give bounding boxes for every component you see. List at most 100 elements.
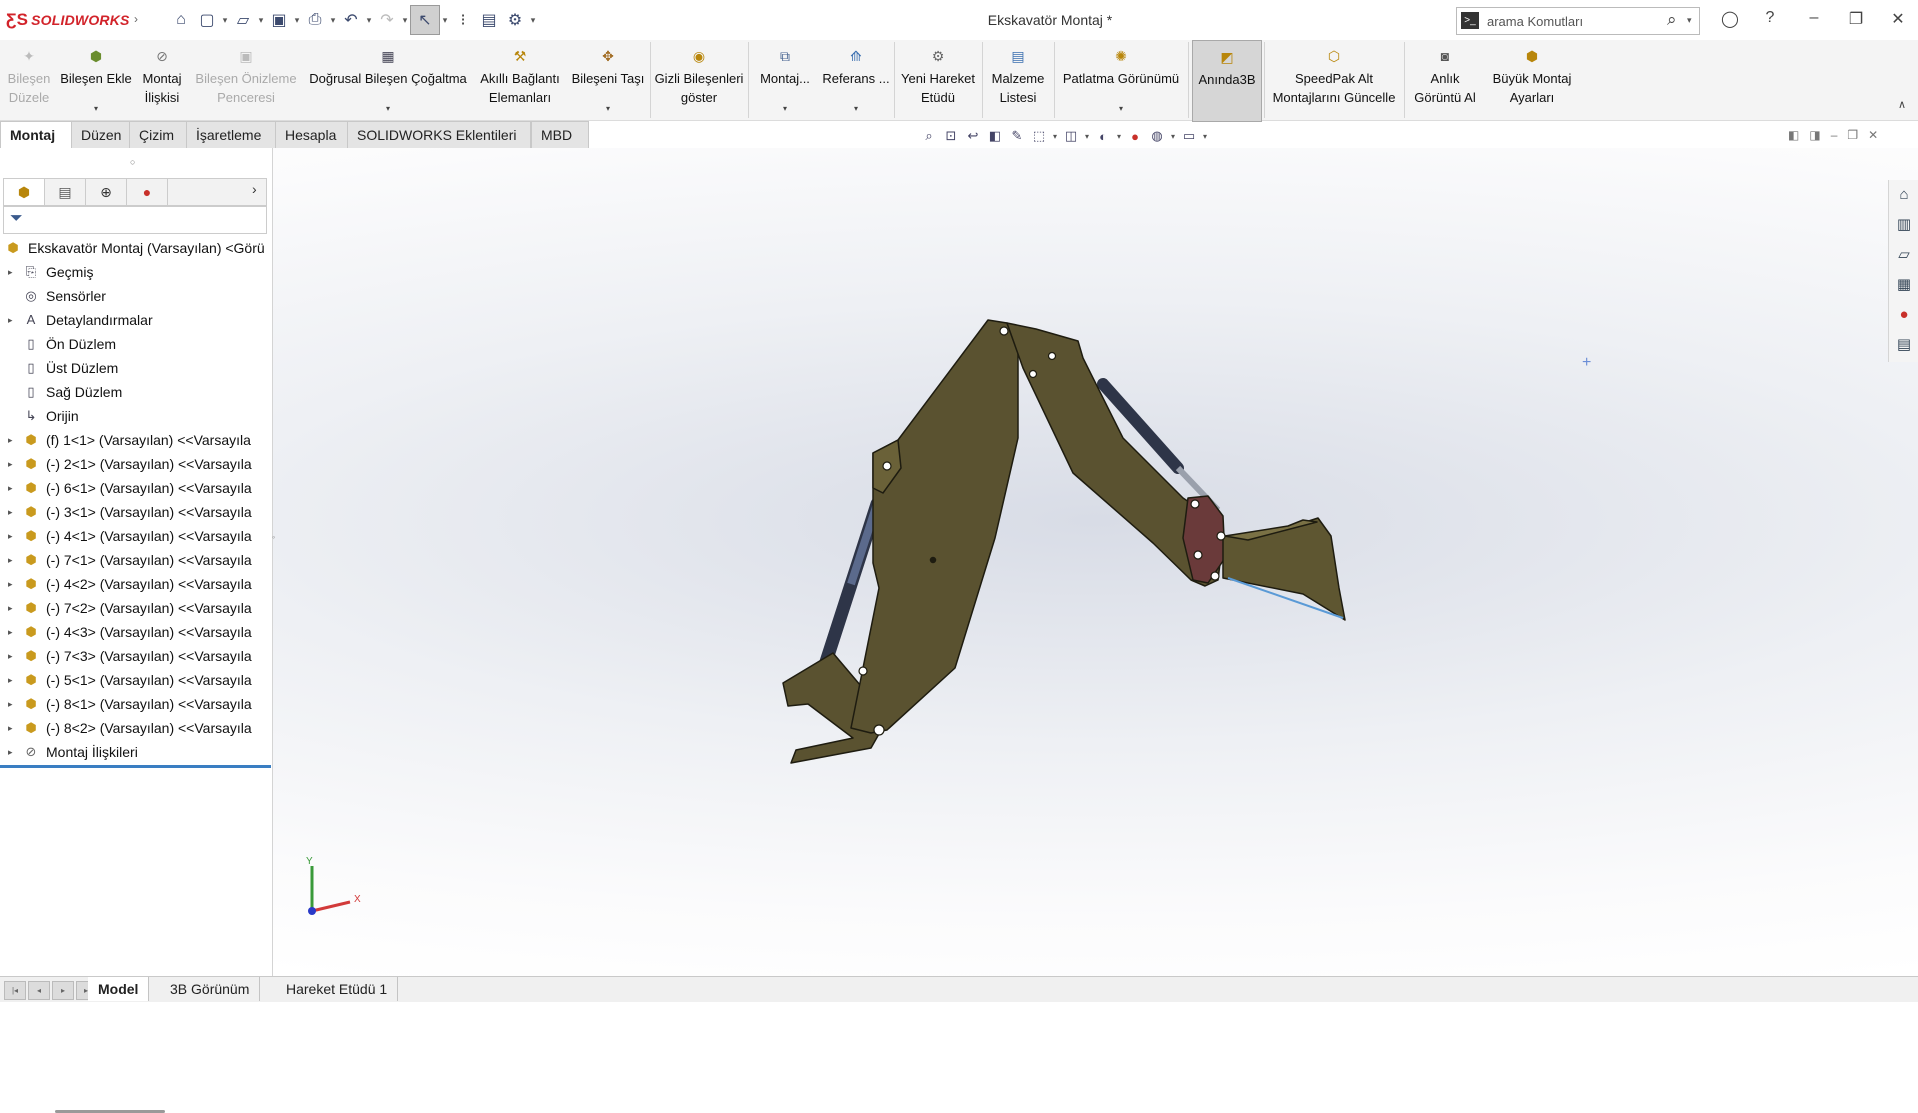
configuration-manager-tab-icon[interactable]: ⊕ — [86, 179, 127, 205]
dropdown-icon[interactable]: ▾ — [1082, 132, 1092, 141]
design-library-icon[interactable]: ▥ — [1889, 210, 1918, 240]
graphics-area[interactable]: Y X — [273, 148, 1918, 976]
expand-arrow-icon[interactable]: ▸ — [8, 476, 13, 500]
tree-item[interactable]: ▸ ⬢ (-) 7<3> (Varsayılan) <<Varsayıla — [0, 644, 270, 668]
feature-manager-tab-icon[interactable]: ⬢ — [4, 179, 45, 205]
dropdown-icon[interactable]: ▾ — [854, 104, 858, 114]
solidworks-resources-icon[interactable]: ⌂ — [1889, 180, 1918, 210]
custom-properties-icon[interactable]: ▤ — [1889, 330, 1918, 360]
reference-geometry-button[interactable]: ⟰ Referans ... ▾ — [820, 40, 892, 120]
tree-item[interactable]: ▸ ⬢ (-) 8<1> (Varsayılan) <<Varsayıla — [0, 692, 270, 716]
prev-tab-icon[interactable]: ◂ — [28, 981, 50, 1000]
property-manager-tab-icon[interactable]: ▤ — [45, 179, 86, 205]
tree-item[interactable]: ▯ Sağ Düzlem — [0, 380, 270, 404]
tree-item[interactable]: ▯ Ön Düzlem — [0, 332, 270, 356]
tab-cizim[interactable]: Çizim — [129, 121, 191, 149]
tab-solidworks-eklentileri[interactable]: SOLIDWORKS Eklentileri — [347, 121, 531, 149]
tree-item[interactable]: ▸ ⬢ (-) 7<2> (Varsayılan) <<Varsayıla — [0, 596, 270, 620]
expand-arrow-icon[interactable]: ▸ — [8, 428, 13, 452]
hide-show-items-icon[interactable]: ◐ — [1092, 129, 1114, 144]
fix-component-button[interactable]: ✦ Bileşen Düzele — [4, 40, 54, 120]
file-explorer-icon[interactable]: ▱ — [1889, 240, 1918, 270]
tree-item[interactable]: ◎ Sensörler — [0, 284, 270, 308]
linear-pattern-button[interactable]: ▦ Doğrusal Bileşen Çoğaltma ▾ — [304, 40, 472, 120]
rollback-bar[interactable] — [0, 765, 271, 768]
tab-model[interactable]: Model — [88, 977, 150, 1001]
panel-resize-handle[interactable]: ◦ — [272, 532, 275, 542]
new-motion-study-button[interactable]: ⚙ Yeni Hareket Etüdü — [896, 40, 980, 120]
insert-component-button[interactable]: ⬢ Bileşen Ekle ▾ — [56, 40, 136, 120]
dropdown-icon[interactable]: ▾ — [606, 104, 610, 114]
view-settings-icon[interactable]: ▭ — [1178, 128, 1200, 144]
dropdown-icon[interactable]: ▾ — [1119, 104, 1123, 114]
assembly-features-button[interactable]: ⧉ Montaj... ▾ — [752, 40, 818, 120]
tree-item[interactable]: ▸ ⬢ (-) 8<2> (Varsayılan) <<Varsayıla — [0, 716, 270, 740]
display-manager-tab-icon[interactable]: ● — [127, 179, 168, 205]
expand-arrow-icon[interactable]: ▸ — [8, 644, 13, 668]
instant3d-button[interactable]: ◩ Anında3B — [1192, 40, 1262, 122]
appearances-icon[interactable]: ● — [1889, 300, 1918, 330]
tree-item[interactable]: ▸ ⬢ (f) 1<1> (Varsayılan) <<Varsayıla — [0, 428, 270, 452]
tree-filter[interactable]: ⏷ — [3, 206, 267, 234]
tree-item[interactable]: ▸ ⬢ (-) 2<1> (Varsayılan) <<Varsayıla — [0, 452, 270, 476]
display-style-icon[interactable]: ◫ — [1060, 128, 1082, 144]
restore-icon[interactable]: ❐ — [1842, 9, 1870, 31]
viewport-split-icon[interactable]: ◧ — [1788, 128, 1799, 148]
tree-item[interactable]: ▸ ⬢ (-) 5<1> (Varsayılan) <<Varsayıla — [0, 668, 270, 692]
exploded-view-button[interactable]: ✺ Patlatma Görünümü ▾ — [1056, 40, 1186, 120]
take-snapshot-button[interactable]: ◙ Anlık Görüntü Al — [1406, 40, 1484, 120]
search-commands[interactable]: >_ arama Komutları ⌕ ▾ — [1456, 7, 1700, 35]
expand-arrow-icon[interactable]: ▸ — [8, 716, 13, 740]
view-orientation-icon[interactable]: ⬚ — [1028, 128, 1050, 144]
expand-arrow-icon[interactable]: ▸ — [8, 740, 13, 764]
component-preview-button[interactable]: ▣ Bileşen Önizleme Penceresi — [190, 40, 302, 120]
tree-item[interactable]: ▯ Üst Düzlem — [0, 356, 270, 380]
view-palette-icon[interactable]: ▦ — [1889, 270, 1918, 300]
viewport-restore-icon[interactable]: ❐ — [1847, 128, 1858, 148]
tree-root-assembly[interactable]: ⬢ Ekskavatör Montaj (Varsayılan) <Görü — [0, 236, 270, 260]
previous-view-icon[interactable]: ↩ — [962, 128, 984, 144]
viewport-minimize-icon[interactable]: – — [1831, 128, 1838, 148]
tree-item[interactable]: ▸ ⬢ (-) 7<1> (Varsayılan) <<Varsayıla — [0, 548, 270, 572]
tree-item[interactable]: ▸ ⎘ Geçmiş — [0, 260, 270, 284]
zoom-to-area-icon[interactable]: ⊡ — [940, 128, 962, 144]
mate-button[interactable]: ⊘ Montaj İlişkisi — [138, 40, 186, 120]
tree-item[interactable]: ▸ ⬢ (-) 6<1> (Varsayılan) <<Varsayıla — [0, 476, 270, 500]
expand-arrow-icon[interactable]: ▸ — [8, 524, 13, 548]
tab-hesapla[interactable]: Hesapla — [275, 121, 353, 149]
tree-item[interactable]: ▸ A Detaylandırmalar — [0, 308, 270, 332]
viewport-close-icon[interactable]: ✕ — [1868, 128, 1878, 148]
expand-arrow-icon[interactable]: ▸ — [8, 668, 13, 692]
tree-item[interactable]: ▸ ⬢ (-) 4<3> (Varsayılan) <<Varsayıla — [0, 620, 270, 644]
dynamic-annotation-icon[interactable]: ✎ — [1006, 128, 1028, 144]
tree-item[interactable]: ▸ ⬢ (-) 4<2> (Varsayılan) <<Varsayıla — [0, 572, 270, 596]
expand-arrow-icon[interactable]: ▸ — [8, 500, 13, 524]
smart-fasteners-button[interactable]: ⚒ Akıllı Bağlantı Elemanları — [474, 40, 566, 120]
expand-arrow-icon[interactable]: ▸ — [8, 572, 13, 596]
chevron-right-icon[interactable]: › — [252, 181, 257, 197]
next-tab-icon[interactable]: ▸ — [52, 981, 74, 1000]
expand-arrow-icon[interactable]: ▸ — [8, 452, 13, 476]
dropdown-icon[interactable]: ▾ — [1168, 132, 1178, 141]
dropdown-icon[interactable]: ▾ — [783, 104, 787, 114]
dropdown-icon[interactable]: ▾ — [386, 104, 390, 114]
zoom-to-fit-icon[interactable]: ⌕ — [918, 128, 940, 144]
update-speedpak-button[interactable]: ⬡ SpeedPak Alt Montajlarını Güncelle — [1266, 40, 1402, 120]
large-assembly-settings-button[interactable]: ⬢ Büyük Montaj Ayarları — [1486, 40, 1578, 120]
collapse-ribbon-icon[interactable]: ∧ — [1898, 98, 1906, 111]
dropdown-icon[interactable]: ▾ — [1200, 132, 1210, 141]
panel-grip-icon[interactable]: ○ — [130, 157, 135, 167]
dropdown-icon[interactable]: ▾ — [1114, 132, 1124, 141]
dropdown-icon[interactable]: ▾ — [94, 104, 98, 114]
tab-mbd[interactable]: MBD — [531, 121, 589, 149]
expand-arrow-icon[interactable]: ▸ — [8, 596, 13, 620]
expand-arrow-icon[interactable]: ▸ — [8, 692, 13, 716]
bill-of-materials-button[interactable]: ▤ Malzeme Listesi — [984, 40, 1052, 120]
tree-item[interactable]: ▸ ⬢ (-) 4<1> (Varsayılan) <<Varsayıla — [0, 524, 270, 548]
filter-icon[interactable]: ⏷ — [10, 210, 23, 228]
excavator-arm-model[interactable] — [273, 148, 1918, 976]
viewport-tile-icon[interactable]: ◨ — [1809, 128, 1820, 148]
close-icon[interactable]: ✕ — [1884, 9, 1912, 31]
expand-arrow-icon[interactable]: ▸ — [8, 308, 13, 332]
search-dropdown-icon[interactable]: ▾ — [1687, 15, 1692, 26]
